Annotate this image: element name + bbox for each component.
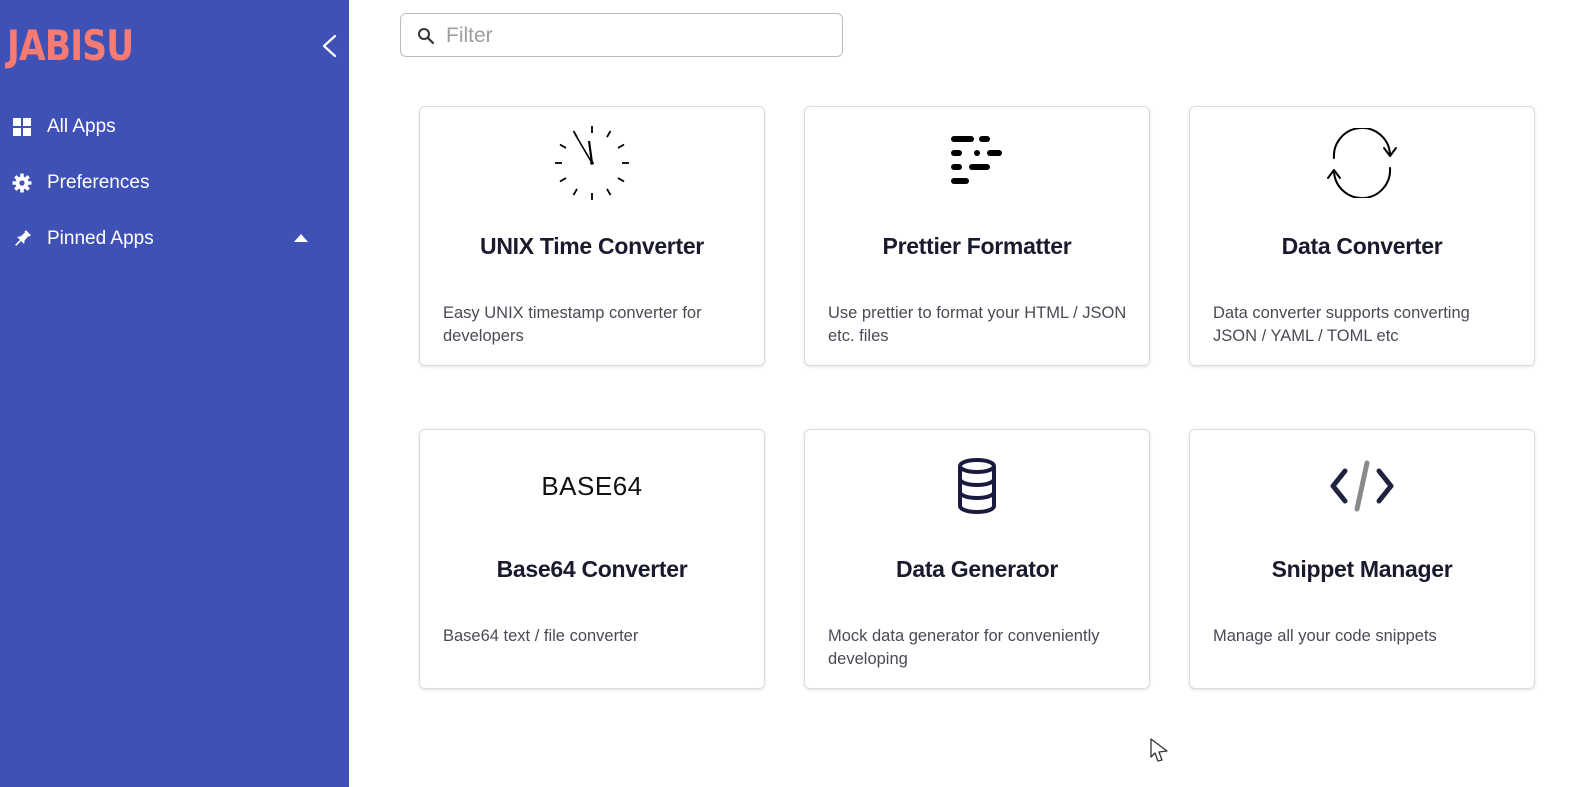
format-lines-icon bbox=[805, 123, 1149, 203]
chevron-left-icon bbox=[322, 34, 337, 58]
app-card-data-generator[interactable]: Data Generator Mock data generator for c… bbox=[804, 429, 1150, 689]
app-card-title: UNIX Time Converter bbox=[480, 233, 704, 259]
app-card-unix-time-converter[interactable]: UNIX Time Converter Easy UNIX timestamp … bbox=[419, 106, 765, 366]
pin-icon bbox=[12, 229, 32, 249]
base64-text-icon: BASE64 bbox=[541, 470, 643, 501]
app-card-description: Base64 text / file converter bbox=[443, 627, 639, 645]
app-card-title: Snippet Manager bbox=[1271, 556, 1453, 582]
sync-arrows-icon bbox=[1190, 123, 1534, 203]
clock-tick bbox=[606, 188, 612, 196]
app-card-description: Mock data generator for conveniently dev… bbox=[828, 627, 1100, 668]
app-card-base64-converter[interactable]: BASE64 Base64 Converter Base64 text / fi… bbox=[419, 429, 765, 689]
database-icon bbox=[805, 446, 1149, 526]
sidebar-item-pinned-apps[interactable]: Pinned Apps bbox=[0, 217, 349, 261]
app-card-prettier-formatter[interactable]: Prettier Formatter Use prettier to forma… bbox=[804, 106, 1150, 366]
clock-tick bbox=[572, 188, 578, 196]
sidebar: JABISU All Apps Preferences Pinned Apps bbox=[0, 0, 349, 787]
app-logo: JABISU bbox=[7, 21, 134, 70]
filter-input[interactable] bbox=[444, 20, 828, 52]
clock-tick bbox=[617, 177, 625, 183]
search-icon bbox=[418, 28, 435, 45]
app-card-description: Manage all your code snippets bbox=[1213, 627, 1437, 645]
app-card-snippet-manager[interactable]: Snippet Manager Manage all your code sni… bbox=[1189, 429, 1535, 689]
app-card-title: Data Generator bbox=[896, 556, 1058, 582]
code-icon bbox=[1190, 446, 1534, 526]
clock-tick bbox=[606, 130, 612, 138]
app-card-title: Prettier Formatter bbox=[882, 233, 1072, 259]
clock-tick bbox=[559, 143, 567, 149]
caret-up-icon[interactable] bbox=[294, 234, 308, 242]
grid-icon bbox=[12, 117, 32, 137]
collapse-sidebar-button[interactable] bbox=[316, 32, 342, 60]
app-card-data-converter[interactable]: Data Converter Data converter supports c… bbox=[1189, 106, 1535, 366]
app-card-description: Easy UNIX timestamp converter for develo… bbox=[443, 304, 702, 345]
app-card-title: Base64 Converter bbox=[496, 556, 688, 582]
clock-tick bbox=[617, 143, 625, 149]
sidebar-item-all-apps[interactable]: All Apps bbox=[0, 105, 349, 149]
clock-tick bbox=[559, 177, 567, 183]
clock-icon bbox=[420, 123, 764, 203]
clock-center bbox=[590, 161, 594, 165]
mouse-cursor-icon bbox=[1150, 738, 1168, 762]
sidebar-item-label: Pinned Apps bbox=[47, 228, 154, 249]
app-card-title: Data Converter bbox=[1281, 233, 1443, 259]
app-card-description: Data converter supports converting JSON … bbox=[1213, 304, 1470, 345]
filter-box bbox=[400, 13, 843, 57]
sidebar-item-label: Preferences bbox=[47, 172, 150, 193]
sidebar-item-label: All Apps bbox=[47, 116, 116, 137]
app-card-description: Use prettier to format your HTML / JSON … bbox=[828, 304, 1127, 345]
sidebar-item-preferences[interactable]: Preferences bbox=[0, 161, 349, 205]
gear-icon bbox=[12, 173, 32, 193]
